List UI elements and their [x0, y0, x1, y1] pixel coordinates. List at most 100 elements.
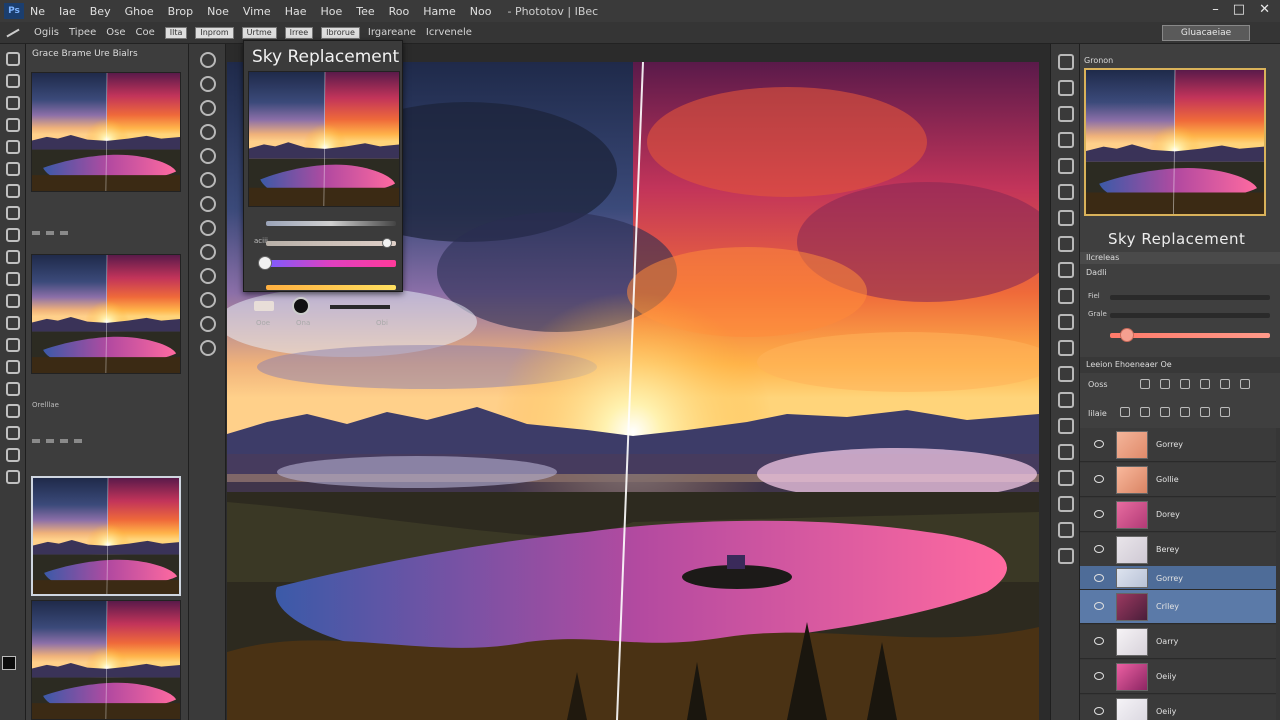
- slider-track[interactable]: [266, 221, 396, 226]
- adjustment-row[interactable]: Fiel: [1088, 292, 1274, 302]
- adjust-icon[interactable]: [200, 52, 216, 68]
- panel-icon[interactable]: [1058, 80, 1074, 96]
- option-chip[interactable]: Irree: [284, 26, 314, 39]
- menu-item[interactable]: Iae: [59, 5, 76, 18]
- panel-icon[interactable]: [1058, 392, 1074, 408]
- panel-icon[interactable]: [1058, 314, 1074, 330]
- slider-track[interactable]: [266, 285, 396, 290]
- layer-tool-icon[interactable]: [1200, 379, 1210, 389]
- close-icon[interactable]: ✕: [1259, 2, 1270, 17]
- adjust-icon[interactable]: [200, 148, 216, 164]
- slider-row[interactable]: [254, 281, 396, 293]
- sky-preview[interactable]: [248, 71, 400, 207]
- eyedropper-tool-icon[interactable]: [6, 162, 20, 176]
- thumbnail[interactable]: [31, 254, 181, 374]
- menu-item[interactable]: Roo: [389, 5, 410, 18]
- menu-item[interactable]: Hae: [285, 5, 307, 18]
- layer-tool-icon[interactable]: [1180, 379, 1190, 389]
- option-chip[interactable]: Inprom: [195, 26, 234, 39]
- move-tool-icon[interactable]: [6, 52, 20, 66]
- adjust-icon[interactable]: [200, 220, 216, 236]
- layer-tool-icon[interactable]: [1140, 379, 1150, 389]
- panel-icon[interactable]: [1058, 496, 1074, 512]
- brush-tool-icon[interactable]: [6, 206, 20, 220]
- slider-knob[interactable]: [382, 238, 392, 248]
- panel-icon[interactable]: [1058, 470, 1074, 486]
- visibility-eye-icon[interactable]: [1094, 707, 1104, 715]
- type-tool-icon[interactable]: [6, 382, 20, 396]
- crop-tool-icon[interactable]: [6, 140, 20, 154]
- panel-icon[interactable]: [1058, 210, 1074, 226]
- visibility-eye-icon[interactable]: [1094, 510, 1104, 518]
- filter-icon[interactable]: [1140, 407, 1150, 417]
- menu-item[interactable]: Bey: [90, 5, 111, 18]
- history-brush-icon[interactable]: [6, 250, 20, 264]
- panel-icon[interactable]: [1058, 132, 1074, 148]
- slider-knob[interactable]: [1120, 328, 1134, 342]
- visibility-eye-icon[interactable]: [1094, 602, 1104, 610]
- adjustment-track[interactable]: [1110, 333, 1270, 338]
- visibility-eye-icon[interactable]: [1094, 545, 1104, 553]
- adjust-icon[interactable]: [200, 172, 216, 188]
- menu-item[interactable]: Tee: [356, 5, 374, 18]
- visibility-eye-icon[interactable]: [1094, 574, 1104, 582]
- layer-row-selected[interactable]: Crlley: [1080, 590, 1276, 624]
- slider-knob[interactable]: [258, 256, 272, 270]
- slider-track[interactable]: [266, 241, 396, 246]
- minimize-icon[interactable]: –: [1212, 2, 1219, 17]
- visibility-eye-icon[interactable]: [1094, 475, 1104, 483]
- panel-icon[interactable]: [1058, 418, 1074, 434]
- layer-row[interactable]: Dorey: [1080, 498, 1276, 532]
- visibility-eye-icon[interactable]: [1094, 637, 1104, 645]
- preset-swatch[interactable]: [254, 301, 274, 311]
- adjust-icon[interactable]: [200, 340, 216, 356]
- pen-tool-icon[interactable]: [6, 360, 20, 374]
- panel-icon[interactable]: [1058, 548, 1074, 564]
- brush-tool-icon[interactable]: [6, 28, 20, 37]
- adjust-icon[interactable]: [200, 316, 216, 332]
- panel-icon[interactable]: [1058, 106, 1074, 122]
- layer-tool-icon[interactable]: [1160, 379, 1170, 389]
- adjust-icon[interactable]: [200, 268, 216, 284]
- visibility-eye-icon[interactable]: [1094, 672, 1104, 680]
- adjust-icon[interactable]: [200, 244, 216, 260]
- adjustment-track[interactable]: [1110, 295, 1270, 300]
- adjust-icon[interactable]: [200, 100, 216, 116]
- adjust-icon[interactable]: [200, 76, 216, 92]
- dodge-tool-icon[interactable]: [6, 338, 20, 352]
- option-chip[interactable]: Urtme: [241, 26, 277, 39]
- color-wheel-icon[interactable]: [292, 297, 310, 315]
- layer-row[interactable]: Berey: [1080, 533, 1276, 567]
- thumbnail-selected[interactable]: [31, 476, 181, 596]
- panel-icon[interactable]: [1058, 158, 1074, 174]
- menu-item[interactable]: Vime: [243, 5, 271, 18]
- adjustment-track[interactable]: [1110, 313, 1270, 318]
- panel-icon[interactable]: [1058, 522, 1074, 538]
- menu-item[interactable]: Noo: [470, 5, 492, 18]
- navigator-thumbnail[interactable]: [1084, 68, 1266, 216]
- heal-tool-icon[interactable]: [6, 184, 20, 198]
- workspace-button[interactable]: Gluacaeiae: [1162, 25, 1250, 41]
- maximize-icon[interactable]: □: [1233, 2, 1245, 17]
- slider-row[interactable]: [254, 256, 396, 270]
- foreground-color-swatch[interactable]: [2, 656, 16, 670]
- layer-row[interactable]: Oarry: [1080, 625, 1276, 659]
- gradient-tool-icon[interactable]: [6, 294, 20, 308]
- panel-icon[interactable]: [1058, 288, 1074, 304]
- hand-tool-icon[interactable]: [6, 448, 20, 462]
- lasso-tool-icon[interactable]: [6, 96, 20, 110]
- adjust-icon[interactable]: [200, 124, 216, 140]
- filter-icon[interactable]: [1160, 407, 1170, 417]
- menu-item[interactable]: Ne: [30, 5, 45, 18]
- adjustment-row[interactable]: Grale: [1088, 310, 1274, 320]
- option-chip[interactable]: Ibrorue: [321, 26, 360, 39]
- filter-icon[interactable]: [1120, 407, 1130, 417]
- thumbnail[interactable]: [31, 600, 181, 720]
- panel-icon[interactable]: [1058, 236, 1074, 252]
- stamp-tool-icon[interactable]: [6, 228, 20, 242]
- slider-row[interactable]: aciii: [254, 237, 396, 249]
- zoom-tool-icon[interactable]: [6, 470, 20, 484]
- adjust-icon[interactable]: [200, 292, 216, 308]
- menu-item[interactable]: Brop: [168, 5, 194, 18]
- eraser-tool-icon[interactable]: [6, 272, 20, 286]
